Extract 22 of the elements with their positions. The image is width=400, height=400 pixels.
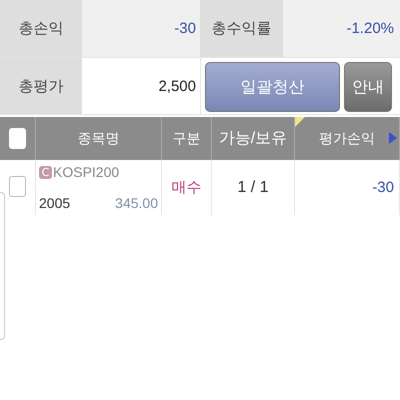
sort-marker-icon [295,117,305,127]
instrument-price: 345.00 [115,195,158,211]
summary-label: 총손익 [0,0,82,57]
column-header[interactable]: 가능/보유 [218,128,288,149]
instrument-name: KOSPI200 [53,164,120,180]
instrument-code: 2005 [39,195,70,211]
column-header[interactable]: 구분 [172,130,200,148]
summary-value: -1.20% [283,0,400,57]
row-checkbox[interactable] [9,176,26,197]
column-header[interactable]: 평가손익 [319,130,375,148]
summary-label: 총수익률 [200,0,283,57]
guide-button[interactable]: 안내 [344,62,392,112]
column-header[interactable]: 종목명 [78,130,120,148]
select-all-checkbox[interactable] [9,128,26,149]
order-side: 매수 [172,178,202,197]
summary-label: 총평가 [0,58,82,114]
quantity-cell: 1 / 1 [237,178,269,196]
pl-cell: -30 [372,179,394,196]
type-badge: C [39,166,52,178]
scroll-right-icon[interactable] [389,132,397,144]
summary-value: -30 [82,0,200,57]
liquidate-button[interactable]: 일괄청산 [205,62,340,112]
